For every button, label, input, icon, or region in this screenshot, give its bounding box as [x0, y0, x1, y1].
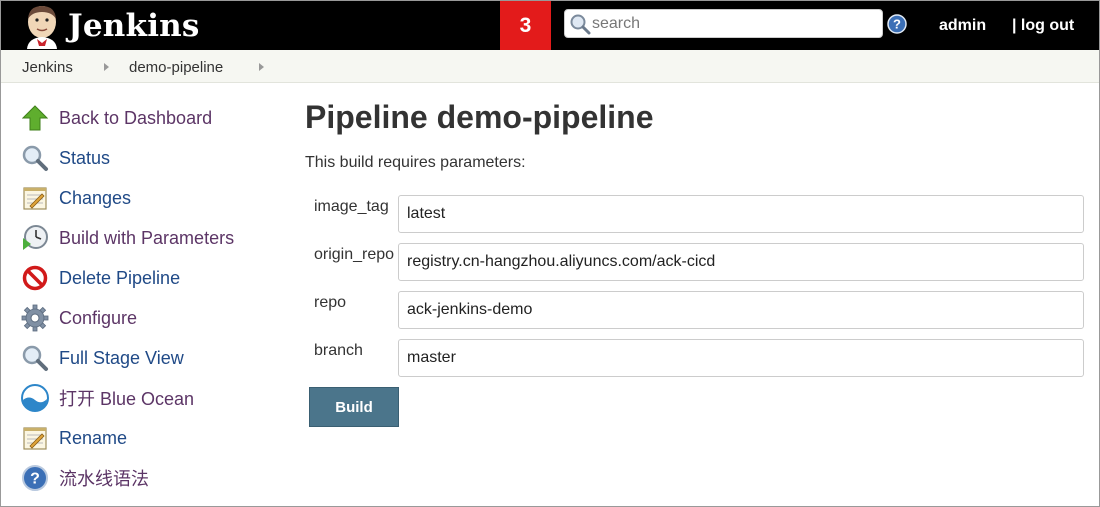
- task-label[interactable]: Configure: [59, 308, 137, 329]
- jenkins-butler-logo-icon: [27, 6, 57, 49]
- task-label[interactable]: Build with Parameters: [59, 228, 234, 249]
- search-input[interactable]: [592, 14, 872, 33]
- repo-input[interactable]: [398, 291, 1084, 329]
- no-entry-icon: [22, 265, 48, 291]
- task-label[interactable]: Delete Pipeline: [59, 268, 180, 289]
- param-label-image-tag: image_tag: [314, 198, 389, 215]
- breadcrumb-jenkins[interactable]: Jenkins: [22, 59, 73, 76]
- task-status[interactable]: Status: [19, 143, 110, 173]
- chevron-right-icon[interactable]: [259, 63, 264, 71]
- task-full-stage-view[interactable]: Full Stage View: [19, 343, 184, 373]
- blue-ocean-icon: [21, 384, 49, 412]
- search-box[interactable]: [564, 9, 883, 38]
- brand-name: Jenkins: [68, 8, 200, 44]
- page-title: Pipeline demo-pipeline: [305, 99, 654, 135]
- param-label-repo: repo: [314, 294, 347, 311]
- search-icon: [570, 14, 591, 34]
- logout-link[interactable]: | log out: [1012, 17, 1074, 35]
- image-tag-input[interactable]: [398, 195, 1084, 233]
- up-arrow-icon: [22, 105, 48, 131]
- jenkins-logo[interactable]: Jenkins: [19, 3, 219, 49]
- task-configure[interactable]: Configure: [19, 303, 137, 333]
- task-label[interactable]: Back to Dashboard: [59, 108, 212, 129]
- help-icon[interactable]: ?: [887, 14, 907, 34]
- task-changes[interactable]: Changes: [19, 183, 131, 213]
- help-icon: ?: [22, 465, 48, 491]
- svg-text:?: ?: [30, 471, 40, 488]
- task-open-blue-ocean[interactable]: 打开 Blue Ocean: [19, 383, 194, 413]
- param-label-origin-repo: origin_repo: [314, 246, 395, 263]
- magnifier-icon: [22, 145, 48, 171]
- task-label[interactable]: 流水线语法: [59, 465, 149, 491]
- task-rename[interactable]: Rename: [19, 423, 127, 453]
- task-label[interactable]: Status: [59, 148, 110, 169]
- breadcrumb: Jenkins demo-pipeline: [1, 50, 1099, 83]
- task-build-with-parameters[interactable]: Build with Parameters: [19, 223, 234, 253]
- breadcrumb-demo-pipeline[interactable]: demo-pipeline: [129, 59, 223, 76]
- task-label[interactable]: Rename: [59, 428, 127, 449]
- magnifier-icon: [22, 345, 48, 371]
- branch-input[interactable]: [398, 339, 1084, 377]
- notepad-icon: [23, 187, 47, 210]
- task-back-to-dashboard[interactable]: Back to Dashboard: [19, 103, 212, 133]
- notepad-icon: [23, 427, 47, 450]
- build-button[interactable]: Build: [309, 387, 399, 427]
- top-header: Jenkins 3 ? admin | log out: [1, 1, 1099, 50]
- task-pipeline-syntax[interactable]: ? 流水线语法: [19, 463, 149, 493]
- clock-icon: [23, 225, 48, 250]
- task-label[interactable]: Changes: [59, 188, 131, 209]
- chevron-right-icon[interactable]: [104, 63, 109, 71]
- user-link[interactable]: admin: [939, 17, 986, 35]
- param-label-branch: branch: [314, 342, 363, 359]
- task-label[interactable]: 打开 Blue Ocean: [59, 385, 194, 411]
- svg-text:?: ?: [893, 17, 901, 32]
- build-description: This build requires parameters:: [305, 154, 526, 171]
- origin-repo-input[interactable]: [398, 243, 1084, 281]
- task-label[interactable]: Full Stage View: [59, 348, 184, 369]
- gear-icon: [21, 304, 49, 332]
- notification-badge[interactable]: 3: [500, 1, 551, 50]
- task-delete-pipeline[interactable]: Delete Pipeline: [19, 263, 180, 293]
